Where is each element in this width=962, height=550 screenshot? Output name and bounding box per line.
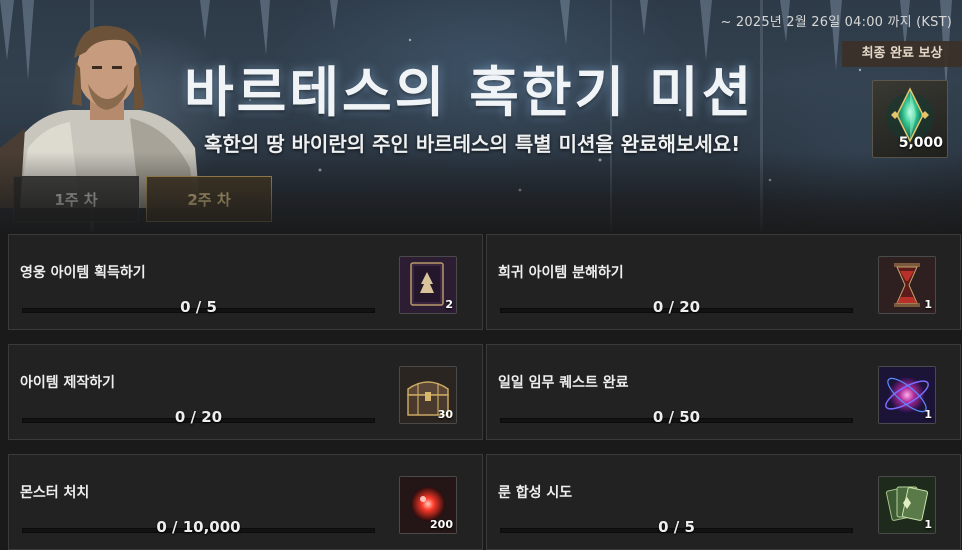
mission-card: 영웅 아이템 획득하기 0 / 5 2 [8, 234, 483, 330]
mission-progress-text: 0 / 10,000 [156, 518, 241, 536]
reward-quantity: 30 [437, 408, 453, 421]
mission-progress-text: 0 / 20 [174, 408, 223, 426]
final-reward-item[interactable]: 5,000 [872, 80, 948, 158]
mission-progress-text: 0 / 20 [652, 298, 701, 316]
final-reward-count: 5,000 [898, 135, 943, 151]
tab-week-1[interactable]: 1주 차 [13, 176, 139, 222]
mission-reward-item[interactable]: 2 [399, 256, 457, 314]
reward-quantity: 1 [924, 518, 932, 531]
mission-name: 일일 임무 퀘스트 완료 [498, 375, 629, 391]
mission-reward-item[interactable]: 30 [399, 366, 457, 424]
final-reward-label: 최종 완료 보상 [842, 41, 962, 67]
reward-quantity: 2 [445, 298, 453, 311]
mission-reward-item[interactable]: 200 [399, 476, 457, 534]
mission-name: 희귀 아이템 분해하기 [498, 265, 624, 281]
event-period: ~ 2025년 2월 26일 04:00 까지 (KST) [720, 15, 952, 30]
mission-card: 일일 임무 퀘스트 완료 0 / 50 1 [486, 344, 961, 440]
tab-week-2[interactable]: 2주 차 [146, 176, 272, 222]
reward-quantity: 1 [924, 298, 932, 311]
mission-progress-text: 0 / 50 [652, 408, 701, 426]
mission-card: 희귀 아이템 분해하기 0 / 20 1 [486, 234, 961, 330]
mission-name: 아이템 제작하기 [20, 375, 116, 391]
mission-name: 몬스터 처치 [20, 485, 90, 501]
mission-name: 영웅 아이템 획득하기 [20, 265, 146, 281]
mission-card: 아이템 제작하기 0 / 20 30 [8, 344, 483, 440]
reward-quantity: 1 [924, 408, 932, 421]
mission-progress-text: 0 / 5 [658, 518, 695, 536]
mission-reward-item[interactable]: 1 [878, 256, 936, 314]
bartes-portrait [0, 25, 200, 208]
mission-reward-item[interactable]: 1 [878, 366, 936, 424]
event-title: 바르테스의 혹한기 미션 [184, 60, 755, 124]
mission-card: 몬스터 처치 0 / 10,000 200 [8, 454, 483, 550]
mission-card: 룬 합성 시도 0 / 5 1 [486, 454, 961, 550]
event-subtitle: 혹한의 땅 바이란의 주인 바르테스의 특별 미션을 완료해보세요! [204, 132, 741, 156]
mission-reward-item[interactable]: 1 [878, 476, 936, 534]
mission-name: 룬 합성 시도 [498, 485, 573, 501]
mission-progress-text: 0 / 5 [180, 298, 217, 316]
reward-quantity: 200 [430, 518, 453, 531]
event-banner: ~ 2025년 2월 26일 04:00 까지 (KST) 바르테스의 혹한기 … [0, 0, 962, 232]
